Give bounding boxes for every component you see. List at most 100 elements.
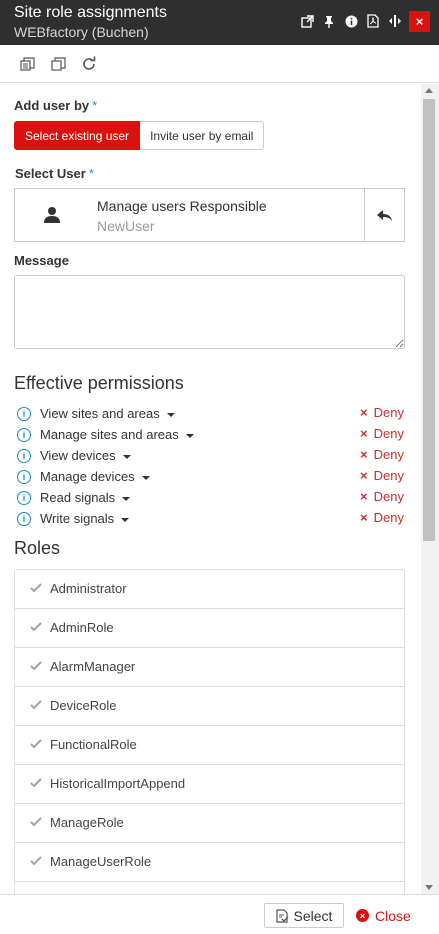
close-icon[interactable]: × bbox=[409, 10, 430, 32]
checkmark-icon bbox=[30, 739, 42, 749]
checkmark-icon bbox=[30, 817, 42, 827]
role-name: ManageUserRole bbox=[50, 854, 152, 869]
permission-deny[interactable]: × Deny bbox=[360, 405, 404, 420]
permission-row: i Manage devices × Deny bbox=[17, 468, 407, 489]
role-item[interactable]: AdminRole bbox=[15, 609, 404, 648]
permission-deny[interactable]: × Deny bbox=[360, 468, 404, 483]
deny-x-icon: × bbox=[360, 405, 368, 420]
checkmark-icon bbox=[30, 583, 42, 593]
resize-icon[interactable] bbox=[384, 10, 406, 32]
refresh-icon[interactable] bbox=[79, 54, 99, 74]
role-item[interactable]: HistoricalImportAppend bbox=[15, 765, 404, 804]
pin-icon[interactable] bbox=[318, 10, 340, 32]
pdf-icon[interactable] bbox=[362, 10, 384, 32]
permission-name[interactable]: View devices bbox=[40, 448, 131, 463]
message-field[interactable] bbox=[14, 275, 405, 349]
permission-deny[interactable]: × Deny bbox=[360, 447, 404, 462]
info-icon[interactable]: i bbox=[17, 407, 31, 421]
info-icon[interactable] bbox=[340, 10, 362, 32]
dialog-footer: Select × Close bbox=[0, 894, 439, 934]
permission-row: i Write signals × Deny bbox=[17, 510, 407, 531]
permission-row: i View sites and areas × Deny bbox=[17, 405, 407, 426]
message-label: Message bbox=[14, 253, 69, 268]
info-icon[interactable]: i bbox=[17, 470, 31, 484]
selected-user-name: Manage users Responsible bbox=[97, 198, 267, 214]
dialog-subtitle: WEBfactory (Buchen) bbox=[14, 24, 149, 40]
checkmark-icon bbox=[30, 622, 42, 632]
select-button[interactable]: Select bbox=[264, 903, 344, 928]
select-doc-icon bbox=[275, 908, 288, 923]
roles-list: Administrator AdminRole AlarmManager Dev… bbox=[14, 569, 405, 894]
permission-name[interactable]: Manage devices bbox=[40, 469, 150, 484]
permission-row: i Read signals × Deny bbox=[17, 489, 407, 510]
checkmark-icon bbox=[30, 778, 42, 788]
role-item[interactable]: DeviceRole bbox=[15, 687, 404, 726]
popout-icon[interactable] bbox=[296, 10, 318, 32]
role-item[interactable]: ManageRole bbox=[15, 804, 404, 843]
permission-name[interactable]: Manage sites and areas bbox=[40, 427, 194, 442]
dialog-body: Add user by * Select existing user Invite… bbox=[0, 84, 421, 894]
role-name: HistoricalImportAppend bbox=[50, 776, 186, 791]
caret-down-icon bbox=[166, 412, 175, 417]
deny-x-icon: × bbox=[360, 510, 368, 525]
info-icon[interactable]: i bbox=[17, 449, 31, 463]
scrollbar-thumb[interactable] bbox=[423, 99, 435, 541]
caret-down-icon bbox=[121, 517, 130, 522]
user-icon bbox=[43, 206, 61, 224]
deny-x-icon: × bbox=[360, 447, 368, 462]
select-user-label: Select User * bbox=[15, 166, 94, 181]
copy-icon[interactable] bbox=[17, 54, 37, 74]
role-item[interactable]: FunctionalRole bbox=[15, 726, 404, 765]
permission-name[interactable]: View sites and areas bbox=[40, 406, 175, 421]
vertical-scrollbar[interactable] bbox=[421, 84, 439, 894]
scroll-up-arrow-icon[interactable] bbox=[425, 88, 433, 93]
role-name: ManageRole bbox=[50, 815, 124, 830]
deny-x-icon: × bbox=[360, 468, 368, 483]
permission-deny[interactable]: × Deny bbox=[360, 510, 404, 525]
close-button[interactable]: × Close bbox=[356, 903, 411, 928]
roles-title: Roles bbox=[14, 538, 61, 558]
close-button-label: Close bbox=[375, 907, 411, 924]
role-name: AdminRole bbox=[50, 620, 114, 635]
checkmark-icon bbox=[30, 661, 42, 671]
caret-down-icon bbox=[122, 496, 131, 501]
effective-permissions-title: Effective permissions bbox=[14, 373, 184, 393]
dialog-header: Site role assignments WEBfactory (Buchen… bbox=[0, 0, 439, 45]
role-name: AlarmManager bbox=[50, 659, 136, 674]
dialog-title: Site role assignments bbox=[14, 4, 167, 21]
role-item[interactable]: AlarmManager bbox=[15, 648, 404, 687]
permission-deny[interactable]: × Deny bbox=[360, 489, 404, 504]
permission-deny[interactable]: × Deny bbox=[360, 426, 404, 441]
selected-user-card[interactable]: Manage users Responsible NewUser bbox=[14, 188, 405, 242]
role-name: FunctionalRole bbox=[50, 737, 137, 752]
role-item-partial[interactable] bbox=[15, 882, 404, 894]
header-actions: × bbox=[296, 10, 430, 32]
select-existing-user-button[interactable]: Select existing user bbox=[14, 121, 141, 150]
deny-x-icon: × bbox=[360, 426, 368, 441]
permission-name[interactable]: Read signals bbox=[40, 490, 131, 505]
select-button-label: Select bbox=[293, 907, 333, 924]
toolbar bbox=[0, 45, 439, 83]
duplicate-icon[interactable] bbox=[48, 54, 68, 74]
role-item[interactable]: Administrator bbox=[15, 570, 404, 609]
permission-name[interactable]: Write signals bbox=[40, 511, 130, 526]
checkmark-icon bbox=[30, 856, 42, 866]
role-item[interactable]: ManageUserRole bbox=[15, 843, 404, 882]
caret-down-icon bbox=[185, 433, 194, 438]
selected-user-username: NewUser bbox=[97, 218, 155, 234]
reply-icon[interactable] bbox=[364, 189, 404, 241]
info-icon[interactable]: i bbox=[17, 512, 31, 526]
permission-row: i View devices × Deny bbox=[17, 447, 407, 468]
deny-x-icon: × bbox=[360, 489, 368, 504]
role-name: DeviceRole bbox=[50, 698, 117, 713]
info-icon[interactable]: i bbox=[17, 491, 31, 505]
caret-down-icon bbox=[122, 454, 131, 459]
close-circle-icon: × bbox=[356, 909, 369, 922]
add-user-by-label: Add user by * bbox=[14, 98, 98, 113]
add-user-mode-toggle: Select existing user Invite user by emai… bbox=[14, 121, 265, 150]
checkmark-icon bbox=[30, 700, 42, 710]
scroll-down-arrow-icon[interactable] bbox=[425, 885, 433, 890]
info-icon[interactable]: i bbox=[17, 428, 31, 442]
permission-row: i Manage sites and areas × Deny bbox=[17, 426, 407, 447]
invite-user-by-email-button[interactable]: Invite user by email bbox=[140, 121, 265, 150]
